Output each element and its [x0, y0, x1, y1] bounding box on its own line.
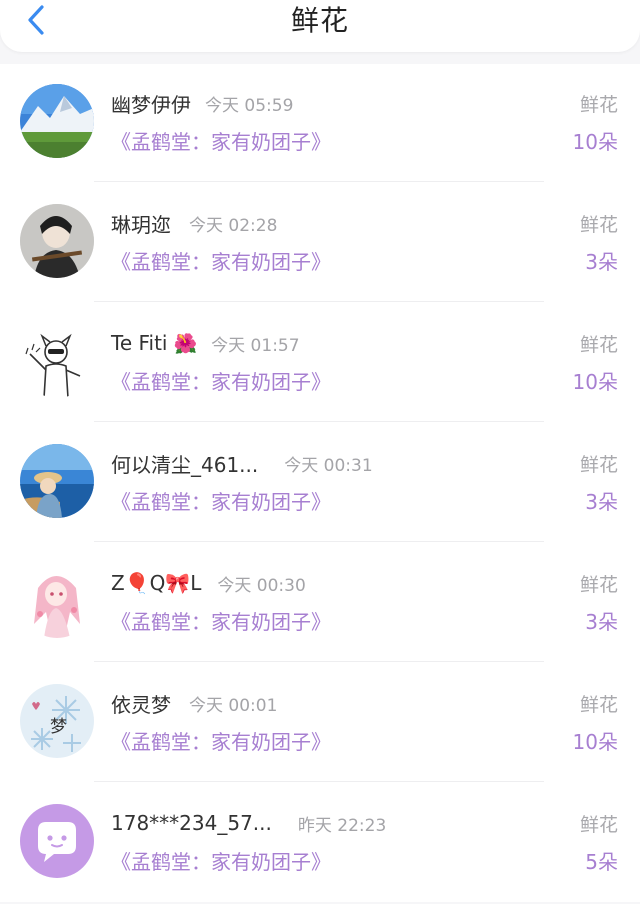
- divider: [94, 661, 544, 662]
- gift-count: 3朵: [585, 490, 618, 514]
- timestamp: 今天 00:01: [189, 695, 278, 716]
- gift-count: 3朵: [585, 610, 618, 634]
- gift-type-label: 鲜花: [579, 694, 618, 716]
- book-title-link[interactable]: 《孟鹤堂：家有奶团子》: [111, 366, 331, 395]
- user-name: 何以清尘_461...: [111, 452, 259, 477]
- name-row: 178***234_57... 昨天 22:23: [111, 808, 386, 838]
- svg-text:梦: 梦: [50, 717, 67, 737]
- book-title-link[interactable]: 《孟鹤堂：家有奶团子》: [111, 246, 331, 275]
- user-name: 琳玥迩: [111, 212, 171, 237]
- avatar[interactable]: [20, 564, 94, 638]
- user-name: 幽梦伊伊: [111, 92, 191, 117]
- name-row: 幽梦伊伊 今天 05:59: [111, 88, 293, 118]
- timestamp: 今天 05:59: [205, 95, 294, 116]
- page-title: 鲜花: [290, 4, 349, 37]
- name-row: Z🎈Q🎀L 今天 00:30: [111, 568, 306, 598]
- book-title-link[interactable]: 《孟鹤堂：家有奶团子》: [111, 846, 331, 875]
- avatar[interactable]: [20, 444, 94, 518]
- timestamp: 今天 00:31: [284, 455, 373, 476]
- gift-type-label: 鲜花: [579, 94, 618, 116]
- gift-count: 5朵: [585, 850, 618, 874]
- book-title-link[interactable]: 《孟鹤堂：家有奶团子》: [111, 726, 331, 755]
- list-item[interactable]: 178***234_57... 昨天 22:23 《孟鹤堂：家有奶团子》 鲜花 …: [0, 784, 640, 904]
- divider: [94, 541, 544, 542]
- list-item[interactable]: 琳玥迩 今天 02:28 《孟鹤堂：家有奶团子》 鲜花 3朵: [0, 184, 640, 304]
- user-name: Z🎈Q🎀L: [111, 571, 202, 595]
- name-row: 何以清尘_461... 今天 00:31: [111, 448, 373, 478]
- divider: [94, 301, 544, 302]
- hibiscus-icon: 🌺: [173, 332, 198, 355]
- list-item[interactable]: Z🎈Q🎀L 今天 00:30 《孟鹤堂：家有奶团子》 鲜花 3朵: [0, 544, 640, 664]
- timestamp: 今天 02:28: [189, 215, 278, 236]
- top-nav-bar: 鲜花: [0, 0, 640, 52]
- gift-count: 10朵: [572, 370, 618, 394]
- divider: [94, 781, 544, 782]
- gift-count: 10朵: [572, 130, 618, 154]
- divider: [94, 421, 544, 422]
- user-name: Te Fiti: [111, 331, 168, 355]
- avatar[interactable]: [20, 804, 94, 878]
- name-row: 依灵梦 今天 00:01: [111, 688, 277, 718]
- avatar[interactable]: 梦: [20, 684, 94, 758]
- list-item[interactable]: 梦 依灵梦 今天 00:01 《孟鹤堂：家有奶团子》 鲜花 10朵: [0, 664, 640, 784]
- avatar[interactable]: [20, 84, 94, 158]
- book-title-link[interactable]: 《孟鹤堂：家有奶团子》: [111, 126, 331, 155]
- name-row: Te Fiti 🌺 今天 01:57: [111, 328, 300, 358]
- avatar[interactable]: [20, 324, 94, 398]
- gift-count: 3朵: [585, 250, 618, 274]
- gift-record-list: 幽梦伊伊 今天 05:59 《孟鹤堂：家有奶团子》 鲜花 10朵 琳玥迩 今天 …: [0, 64, 640, 902]
- gift-type-label: 鲜花: [579, 574, 618, 596]
- gift-type-label: 鲜花: [579, 214, 618, 236]
- gift-type-label: 鲜花: [579, 814, 618, 836]
- timestamp: 今天 00:30: [217, 575, 306, 596]
- divider: [94, 181, 544, 182]
- timestamp: 今天 01:57: [211, 335, 300, 356]
- gift-type-label: 鲜花: [579, 454, 618, 476]
- name-row: 琳玥迩 今天 02:28: [111, 208, 277, 238]
- list-item[interactable]: Te Fiti 🌺 今天 01:57 《孟鹤堂：家有奶团子》 鲜花 10朵: [0, 304, 640, 424]
- gift-count: 10朵: [572, 730, 618, 754]
- timestamp: 昨天 22:23: [297, 815, 387, 836]
- book-title-link[interactable]: 《孟鹤堂：家有奶团子》: [111, 486, 331, 515]
- list-item[interactable]: 幽梦伊伊 今天 05:59 《孟鹤堂：家有奶团子》 鲜花 10朵: [0, 64, 640, 184]
- book-title-link[interactable]: 《孟鹤堂：家有奶团子》: [111, 606, 331, 635]
- gift-type-label: 鲜花: [579, 334, 618, 356]
- user-name: 依灵梦: [111, 692, 171, 717]
- avatar[interactable]: [20, 204, 94, 278]
- user-name: 178***234_57...: [111, 811, 272, 835]
- list-item[interactable]: 何以清尘_461... 今天 00:31 《孟鹤堂：家有奶团子》 鲜花 3朵: [0, 424, 640, 544]
